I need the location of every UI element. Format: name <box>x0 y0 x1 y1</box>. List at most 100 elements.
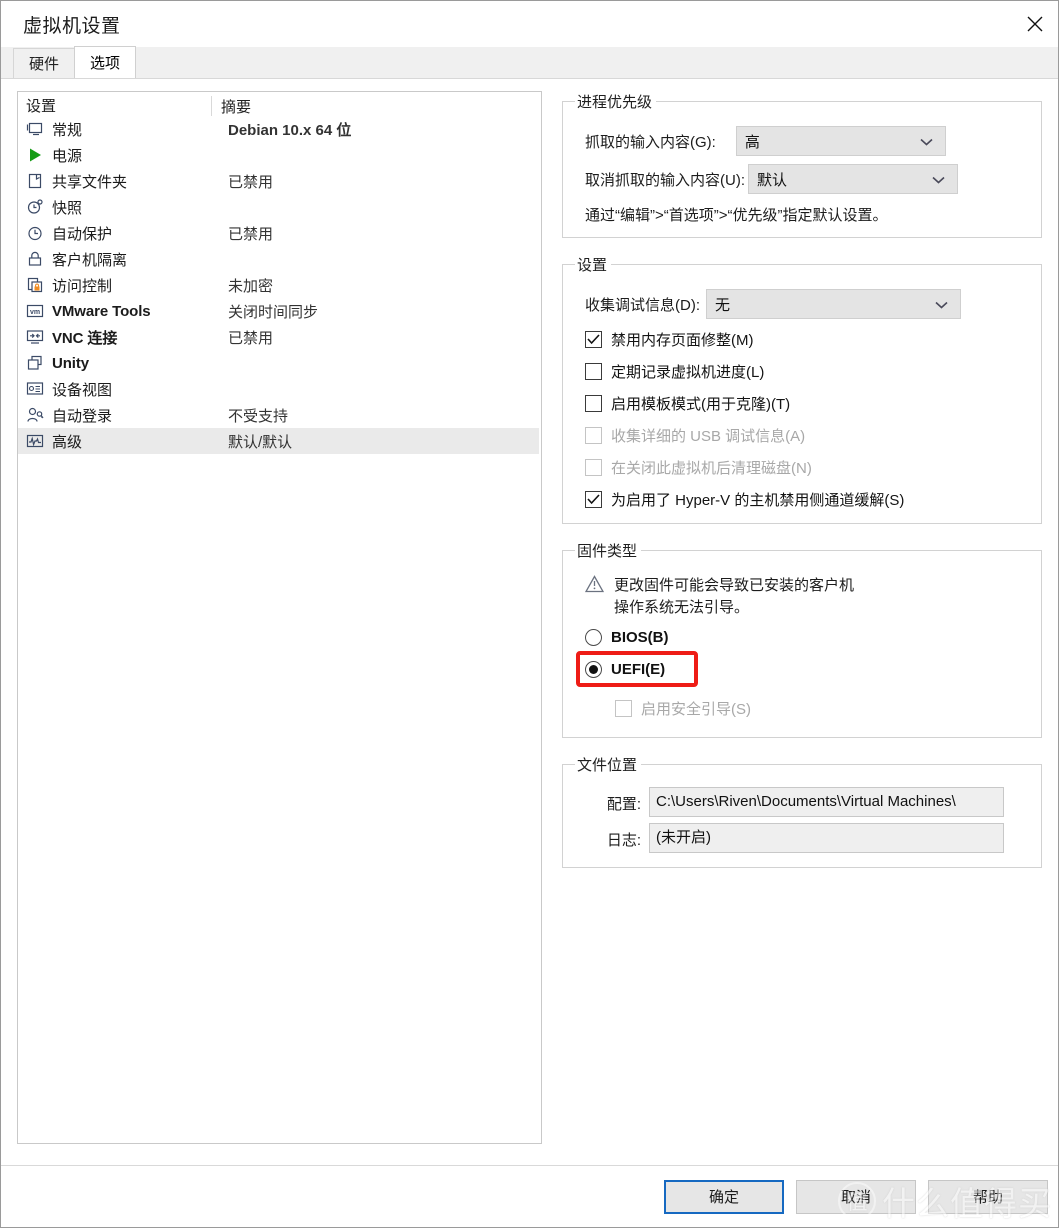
advanced-wave-icon <box>26 432 48 450</box>
unity-icon <box>26 354 48 372</box>
list-item[interactable]: 高级默认/默认 <box>18 428 539 454</box>
list-item[interactable]: Unity <box>18 350 541 376</box>
tab-strip: 硬件 选项 <box>1 47 1058 79</box>
checkbox-secure-boot[interactable]: 启用安全引导(S) <box>615 697 1031 721</box>
checkbox-indicator <box>585 363 602 380</box>
title-bar: 虚拟机设置 <box>1 1 1058 47</box>
tab-hardware[interactable]: 硬件 <box>13 48 75 78</box>
list-item-label: 常规 <box>52 119 219 140</box>
help-button[interactable]: 帮助 <box>928 1180 1048 1214</box>
checkbox-row[interactable]: 定期记录虚拟机进度(L) <box>585 359 1031 383</box>
debug-info-value: 无 <box>715 294 730 315</box>
checkbox-label: 为启用了 Hyper-V 的主机禁用侧通道缓解(S) <box>611 489 904 510</box>
firmware-warning: 更改固件可能会导致已安装的客户机 操作系统无法引导。 <box>585 575 1031 619</box>
firmware-legend: 固件类型 <box>575 540 641 561</box>
vmware-tools-icon: vm <box>26 302 48 320</box>
list-item-label: Unity <box>52 355 219 372</box>
config-path-row: 配置: C:\Users\Riven\Documents\Virtual Mac… <box>585 787 1031 817</box>
cancel-button[interactable]: 取消 <box>796 1180 916 1214</box>
radio-bios-indicator <box>585 629 602 646</box>
grab-input-select[interactable]: 高 <box>736 126 946 156</box>
ungrab-input-row: 取消抓取的输入内容(U): 默认 <box>573 164 1031 194</box>
list-item-label: 客户机隔离 <box>52 249 219 270</box>
list-item-label: 共享文件夹 <box>52 171 219 192</box>
list-item-summary: Debian 10.x 64 位 <box>219 119 351 140</box>
autologin-icon <box>26 406 48 424</box>
checkbox-secure-boot-indicator <box>615 700 632 717</box>
snapshot-clock-icon <box>26 198 48 216</box>
warning-line-2: 操作系统无法引导。 <box>614 597 854 619</box>
firmware-warning-text: 更改固件可能会导致已安装的客户机 操作系统无法引导。 <box>614 575 854 619</box>
debug-info-row: 收集调试信息(D): 无 <box>573 289 1031 319</box>
play-triangle-icon <box>26 146 48 164</box>
list-rows: 常规Debian 10.x 64 位电源共享文件夹已禁用快照自动保护已禁用客户机… <box>18 116 541 454</box>
list-item[interactable]: 客户机隔离 <box>18 246 541 272</box>
list-item[interactable]: 自动保护已禁用 <box>18 220 541 246</box>
vnc-icon <box>26 328 48 346</box>
ungrab-input-label: 取消抓取的输入内容(U): <box>585 169 745 190</box>
radio-bios[interactable]: BIOS(B) <box>585 625 1031 651</box>
checkbox-indicator <box>585 331 602 348</box>
debug-info-select[interactable]: 无 <box>706 289 961 319</box>
config-path-value[interactable]: C:\Users\Riven\Documents\Virtual Machine… <box>649 787 1004 817</box>
checkbox-row[interactable]: 在关闭此虚拟机后清理磁盘(N) <box>585 455 1031 479</box>
vm-settings-dialog: 虚拟机设置 硬件 选项 设置 摘要 常规Debian 10.x 64 位电源共享… <box>0 0 1059 1228</box>
list-item[interactable]: 快照 <box>18 194 541 220</box>
checkbox-row[interactable]: 为启用了 Hyper-V 的主机禁用侧通道缓解(S) <box>585 487 1031 511</box>
warning-triangle-icon <box>585 575 604 619</box>
page-title: 虚拟机设置 <box>23 11 121 38</box>
grab-input-row: 抓取的输入内容(G): 高 <box>573 126 1031 156</box>
list-item[interactable]: VNC 连接已禁用 <box>18 324 541 350</box>
grab-input-value: 高 <box>745 131 760 152</box>
ok-button[interactable]: 确定 <box>664 1180 784 1214</box>
log-path-value[interactable]: (未开启) <box>649 823 1004 853</box>
settings-legend: 设置 <box>575 254 611 275</box>
list-item-label: 访问控制 <box>52 275 219 296</box>
list-item[interactable]: 共享文件夹已禁用 <box>18 168 541 194</box>
list-item[interactable]: 电源 <box>18 142 541 168</box>
list-item[interactable]: 访问控制未加密 <box>18 272 541 298</box>
close-icon[interactable] <box>1011 1 1058 47</box>
checkbox-label: 启用模板模式(用于克隆)(T) <box>611 393 790 414</box>
list-item[interactable]: 设备视图 <box>18 376 541 402</box>
checkbox-secure-boot-label: 启用安全引导(S) <box>641 698 751 719</box>
radio-uefi[interactable]: UEFI(E) <box>585 657 1031 683</box>
list-item-label: 自动保护 <box>52 223 219 244</box>
list-item-summary: 已禁用 <box>219 171 273 192</box>
list-item-summary: 已禁用 <box>219 223 273 244</box>
checkbox-label: 禁用内存页面修整(M) <box>611 329 754 350</box>
file-location-legend: 文件位置 <box>575 754 641 775</box>
checkbox-indicator <box>585 395 602 412</box>
list-item-summary: 已禁用 <box>219 327 273 348</box>
firmware-group: 固件类型 更改固件可能会导致已安装的客户机 操作系统无法引导。 BIOS(B) <box>562 540 1042 738</box>
list-item[interactable]: vmVMware Tools关闭时间同步 <box>18 298 541 324</box>
checkbox-row[interactable]: 禁用内存页面修整(M) <box>585 327 1031 351</box>
settings-list[interactable]: 设置 摘要 常规Debian 10.x 64 位电源共享文件夹已禁用快照自动保护… <box>17 91 542 1144</box>
svg-text:vm: vm <box>30 309 40 316</box>
list-item[interactable]: 常规Debian 10.x 64 位 <box>18 116 541 142</box>
checkbox-indicator <box>585 459 602 476</box>
priority-hint: 通过“编辑”>“首选项”>“优先级”指定默认设置。 <box>585 204 1031 225</box>
list-item-label: 高级 <box>52 431 219 452</box>
column-header-name: 设置 <box>18 95 211 116</box>
grab-input-label: 抓取的输入内容(G): <box>585 131 716 152</box>
list-item-label: VNC 连接 <box>52 327 219 348</box>
list-item-summary: 关闭时间同步 <box>219 301 318 322</box>
settings-checkbox-list: 禁用内存页面修整(M) 定期记录虚拟机进度(L) 启用模板模式(用于克隆)(T) 收集… <box>573 327 1031 511</box>
folder-icon <box>26 172 48 190</box>
chevron-down-icon <box>920 133 933 150</box>
dialog-body: 设置 摘要 常规Debian 10.x 64 位电源共享文件夹已禁用快照自动保护… <box>1 79 1058 1165</box>
list-item[interactable]: 自动登录不受支持 <box>18 402 541 428</box>
checkbox-label: 在关闭此虚拟机后清理磁盘(N) <box>611 457 812 478</box>
checkbox-row[interactable]: 启用模板模式(用于克隆)(T) <box>585 391 1031 415</box>
checkbox-label: 定期记录虚拟机进度(L) <box>611 361 764 382</box>
checkbox-row[interactable]: 收集详细的 USB 调试信息(A) <box>585 423 1031 447</box>
monitor-icon <box>26 120 48 138</box>
ungrab-input-select[interactable]: 默认 <box>748 164 958 194</box>
file-location-group: 文件位置 配置: C:\Users\Riven\Documents\Virtua… <box>562 754 1042 868</box>
access-control-icon <box>26 276 48 294</box>
settings-group: 设置 收集调试信息(D): 无 禁用内存页面修整(M) 定期记录虚拟机进度(L) 启… <box>562 254 1042 524</box>
tab-options[interactable]: 选项 <box>74 46 136 78</box>
options-panel: 进程优先级 抓取的输入内容(G): 高 取消抓取的输入内容(U): 默认 <box>562 91 1042 1165</box>
list-item-summary: 不受支持 <box>219 405 288 426</box>
